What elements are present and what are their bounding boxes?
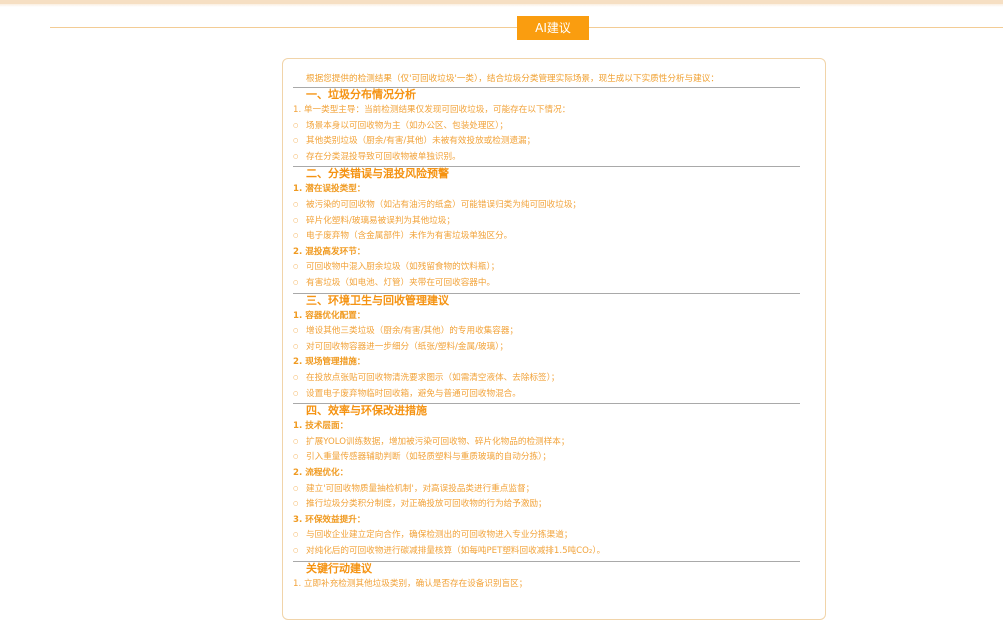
intro-text: 根据您提供的检测结果（仅'可回收垃圾'一类），结合垃圾分类管理实际场景，现生成以… <box>306 74 719 84</box>
ai-suggestion-tab[interactable]: AI建议 <box>517 16 589 40</box>
bullet-icon <box>293 260 306 275</box>
bullet-icon <box>293 134 306 149</box>
section-title: 二、分类错误与混投风险预警 <box>306 167 449 181</box>
suggestion-list-item: 被污染的可回收物（如沾有油污的纸盒）可能错误归类为纯可回收垃圾； <box>293 198 581 213</box>
suggestion-text: 电子废弃物（含金属部件）未作为有害垃圾单独区分。 <box>306 231 513 242</box>
subsection-heading: 2. 流程优化： <box>293 468 349 478</box>
bullet-icon <box>293 544 306 559</box>
suggestion-list-item: 引入重量传感器辅助判断（如轻质塑料与重质玻璃的自动分拣）； <box>293 450 551 465</box>
suggestion-text: 推行垃圾分类积分制度，对正确投放可回收物的行为给予激励； <box>306 499 547 510</box>
suggestion-list-item: 扩展YOLO训练数据，增加被污染可回收物、碎片化物品的检测样本； <box>293 435 569 450</box>
suggestion-text: 场景本身以可回收物为主（如办公区、包装处理区）； <box>306 120 508 131</box>
suggestion-text: 对可回收物容器进一步细分（纸张/塑料/金属/玻璃）； <box>306 341 509 352</box>
subsection-heading: 1. 潜在误投类型： <box>293 184 366 195</box>
subsection-heading: 1. 立即补充检测其他垃圾类别，确认是否存在设备识别盲区； <box>293 578 528 589</box>
suggestion-list-item: 增设其他三类垃圾（厨余/有害/其他）的专用收集容器； <box>293 324 518 339</box>
suggestion-text: 建立'可回收物质量抽检机制'，对高误投品类进行重点监督； <box>306 483 535 494</box>
section-title: 三、环境卫生与回收管理建议 <box>306 293 449 307</box>
suggestion-text: 可回收物中混入厨余垃圾（如残留食物的饮料瓶）； <box>306 262 500 273</box>
bullet-icon <box>293 229 306 244</box>
bullet-icon <box>293 119 306 134</box>
suggestion-list-item: 可回收物中混入厨余垃圾（如残留食物的饮料瓶）； <box>293 260 499 275</box>
subsection-heading: 2. 混投高发环节： <box>293 246 366 257</box>
suggestion-text: 扩展YOLO训练数据，增加被污染可回收物、碎片化物品的检测样本； <box>306 436 570 447</box>
suggestion-text: 有害垃圾（如电池、灯管）夹带在可回收容器中。 <box>306 278 496 288</box>
suggestion-text: 对纯化后的可回收物进行碳减排量核算（如每吨PET塑料回收减排1.5吨CO₂）。 <box>306 546 606 556</box>
suggestion-list-item: 对可回收物容器进一步细分（纸张/塑料/金属/玻璃）； <box>293 340 508 355</box>
section-title: 关键行动建议 <box>306 561 372 575</box>
bullet-icon <box>293 482 306 497</box>
suggestion-list-item: 有害垃圾（如电池、灯管）夹带在可回收容器中。 <box>293 276 495 291</box>
suggestion-list-item: 对纯化后的可回收物进行碳减排量核算（如每吨PET塑料回收减排1.5吨CO₂）。 <box>293 544 605 559</box>
section-title: 四、效率与环保改进措施 <box>306 404 427 418</box>
suggestion-list-item: 在投放点张贴可回收物清洗要求图示（如需清空液体、去除标签）； <box>293 371 560 386</box>
suggestion-list-item: 存在分类混投导致可回收物被单独识别。 <box>293 150 461 165</box>
suggestion-list-item: 其他类别垃圾（厨余/有害/其他）未被有效投放或检测遗漏； <box>293 134 535 149</box>
bullet-icon <box>293 276 306 291</box>
bullet-icon <box>293 528 306 543</box>
suggestion-text: 设置电子废弃物临时回收箱，避免与普通可回收物混合。 <box>306 388 521 399</box>
subsection-heading: 1. 技术层面： <box>293 421 349 432</box>
bullet-icon <box>293 497 306 512</box>
suggestion-list-item: 场景本身以可回收物为主（如办公区、包装处理区）； <box>293 119 508 134</box>
section-title: 一、垃圾分布情况分析 <box>306 88 416 101</box>
suggestion-text: 其他类别垃圾（厨余/有害/其他）未被有效投放或检测遗漏； <box>306 136 536 147</box>
bullet-icon <box>293 450 306 465</box>
suggestion-text: 存在分类混投导致可回收物被单独识别。 <box>306 151 461 162</box>
suggestion-text: 引入重量传感器辅助判断（如轻质塑料与重质玻璃的自动分拣）； <box>306 452 551 463</box>
bullet-icon <box>293 214 306 229</box>
suggestion-list-item: 设置电子废弃物临时回收箱，避免与普通可回收物混合。 <box>293 387 521 402</box>
suggestion-text: 被污染的可回收物（如沾有油污的纸盒）可能错误归类为纯可回收垃圾； <box>306 200 582 210</box>
suggestion-list-item: 与回收企业建立定向合作，确保检测出的可回收物进入专业分拣渠道； <box>293 528 572 543</box>
bullet-icon <box>293 371 306 386</box>
suggestion-list-item: 碎片化塑料/玻璃易被误判为其他垃圾； <box>293 214 455 229</box>
bullet-icon <box>293 387 306 402</box>
bullet-icon <box>293 324 306 339</box>
suggestion-list-item: 电子废弃物（含金属部件）未作为有害垃圾单独区分。 <box>293 229 512 244</box>
suggestion-text: 增设其他三类垃圾（厨余/有害/其他）的专用收集容器； <box>306 326 519 337</box>
suggestion-text: 在投放点张贴可回收物清洗要求图示（如需清空液体、去除标签）； <box>306 373 560 383</box>
subsection-heading: 2. 现场管理措施： <box>293 357 366 368</box>
bullet-icon <box>293 435 306 450</box>
suggestion-text: 与回收企业建立定向合作，确保检测出的可回收物进入专业分拣渠道； <box>306 530 573 541</box>
bullet-icon <box>293 340 306 355</box>
suggestion-text: 碎片化塑料/玻璃易被误判为其他垃圾； <box>306 215 455 226</box>
top-band-shadow <box>0 4 1003 7</box>
subsection-heading: 1. 单一类型主导：当前检测结果仅发现可回收垃圾，可能存在以下情况： <box>293 105 571 115</box>
suggestion-list-item: 推行垃圾分类积分制度，对正确投放可回收物的行为给予激励； <box>293 497 547 512</box>
subsection-heading: 3. 环保效益提升： <box>293 514 366 525</box>
suggestion-list-item: 建立'可回收物质量抽检机制'，对高误投品类进行重点监督； <box>293 482 534 497</box>
subsection-heading: 1. 容器优化配置： <box>293 310 366 321</box>
bullet-icon <box>293 150 306 165</box>
bullet-icon <box>293 198 306 213</box>
